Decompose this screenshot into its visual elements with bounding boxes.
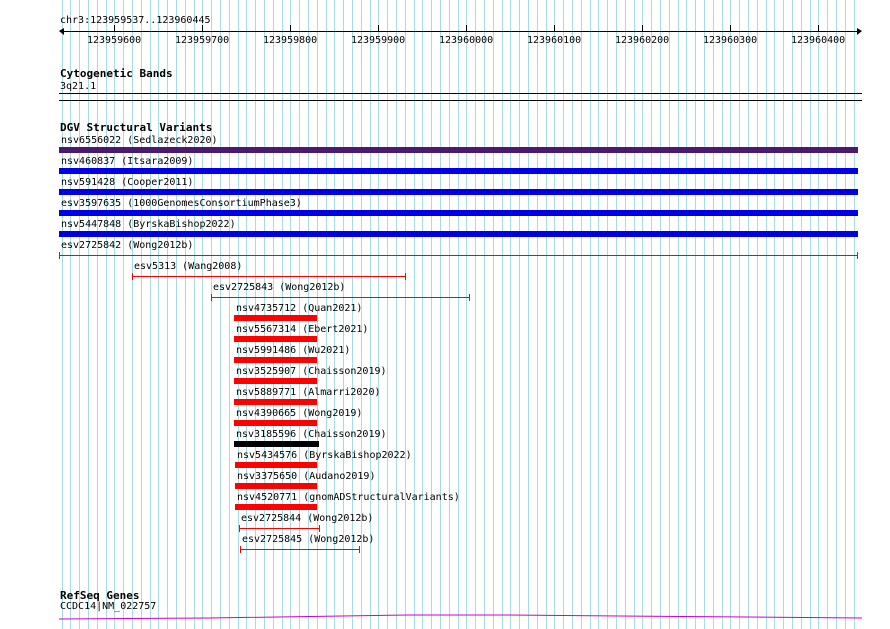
ruler-tick-label: 123960400 xyxy=(791,35,846,46)
track-title-dgv[interactable]: DGV Structural Variants xyxy=(60,121,212,134)
variant-feature[interactable] xyxy=(235,483,317,489)
variant-feature[interactable] xyxy=(234,315,317,321)
ruler-tick xyxy=(818,25,819,32)
variant-feature[interactable] xyxy=(235,504,317,510)
variant-label[interactable]: nsv460837 (Itsara2009) xyxy=(61,156,193,168)
background-grid xyxy=(62,0,855,629)
variant-feature[interactable] xyxy=(235,462,317,468)
gene-model[interactable] xyxy=(59,610,862,622)
variant-end-cap xyxy=(319,525,320,532)
track-divider xyxy=(59,100,862,101)
ruler-tick-label: 123959800 xyxy=(263,35,318,46)
variant-label[interactable]: nsv3375650 (Audano2019) xyxy=(237,471,375,483)
variant-label[interactable]: nsv5991486 (Wu2021) xyxy=(236,345,350,357)
variant-label[interactable]: esv5313 (Wang2008) xyxy=(134,261,242,273)
ruler-tick-label: 123960300 xyxy=(703,35,758,46)
ruler-tick-label: 123959900 xyxy=(351,35,406,46)
variant-label[interactable]: esv2725845 (Wong2012b) xyxy=(242,534,374,546)
track-title-cytobands[interactable]: Cytogenetic Bands xyxy=(60,67,173,80)
variant-feature[interactable] xyxy=(240,549,359,550)
variant-end-cap xyxy=(857,252,858,259)
variant-feature[interactable] xyxy=(59,255,857,256)
ruler-tick xyxy=(466,25,467,32)
variant-label[interactable]: nsv3525907 (Chaisson2019) xyxy=(236,366,387,378)
variant-label[interactable]: nsv3185596 (Chaisson2019) xyxy=(236,429,387,441)
ruler-tick xyxy=(114,25,115,32)
variant-end-cap xyxy=(359,546,360,553)
variant-label[interactable]: nsv5567314 (Ebert2021) xyxy=(236,324,368,336)
variant-feature[interactable] xyxy=(132,276,405,277)
ruler-arrow-left xyxy=(59,28,64,35)
ruler-tick xyxy=(378,25,379,32)
variant-feature[interactable] xyxy=(211,297,469,298)
variant-feature[interactable] xyxy=(234,441,319,447)
variant-end-cap xyxy=(405,273,406,280)
variant-label[interactable]: nsv4520771 (gnomADStructuralVariants) xyxy=(237,492,460,504)
variant-label[interactable]: nsv5889771 (Almarri2020) xyxy=(236,387,381,399)
cytoband-label[interactable]: 3q21.1 xyxy=(60,81,96,93)
ruler-tick-label: 123960000 xyxy=(439,35,494,46)
variant-label[interactable]: nsv591428 (Cooper2011) xyxy=(61,177,193,189)
variant-end-cap xyxy=(469,294,470,301)
ruler-tick-label: 123960200 xyxy=(615,35,670,46)
ruler-tick-label: 123959600 xyxy=(87,35,142,46)
variant-label[interactable]: nsv6556022 (Sedlazeck2020) xyxy=(61,135,218,147)
variant-feature[interactable] xyxy=(239,528,319,529)
ruler-tick-label: 123959700 xyxy=(175,35,230,46)
variant-label[interactable]: nsv5447848 (ByrskaBishop2022) xyxy=(61,219,236,231)
ruler-tick xyxy=(554,25,555,32)
cytoband-line xyxy=(59,93,862,94)
variant-feature[interactable] xyxy=(234,420,317,426)
variant-feature[interactable] xyxy=(234,357,317,363)
variant-feature[interactable] xyxy=(59,168,858,174)
variant-feature[interactable] xyxy=(234,399,317,405)
ruler-arrow-right xyxy=(857,28,862,35)
variant-feature[interactable] xyxy=(234,378,317,384)
ruler-tick-label: 123960100 xyxy=(527,35,582,46)
variant-label[interactable]: nsv5434576 (ByrskaBishop2022) xyxy=(237,450,412,462)
variant-label[interactable]: esv2725844 (Wong2012b) xyxy=(241,513,373,525)
variant-feature[interactable] xyxy=(59,210,858,216)
region-label: chr3:123959537..123960445 xyxy=(60,15,211,26)
variant-feature[interactable] xyxy=(59,231,858,237)
variant-label[interactable]: esv2725842 (Wong2012b) xyxy=(61,240,193,252)
variant-feature[interactable] xyxy=(234,336,317,342)
ruler-tick xyxy=(642,25,643,32)
variant-label[interactable]: esv2725843 (Wong2012b) xyxy=(213,282,345,294)
variant-label[interactable]: esv3597635 (1000GenomesConsortiumPhase3) xyxy=(61,198,302,210)
variant-feature[interactable] xyxy=(59,189,858,195)
ruler-axis xyxy=(62,31,858,32)
ruler-tick xyxy=(730,25,731,32)
variant-label[interactable]: nsv4735712 (Quan2021) xyxy=(236,303,362,315)
variant-feature[interactable] xyxy=(59,147,858,153)
ruler-tick xyxy=(290,25,291,32)
variant-label[interactable]: nsv4390665 (Wong2019) xyxy=(236,408,362,420)
ruler-tick xyxy=(202,25,203,32)
